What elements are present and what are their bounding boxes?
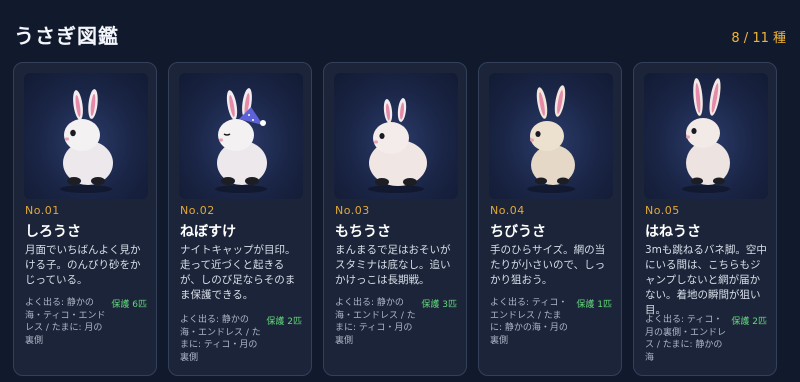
rabbit-name: はねうさ — [645, 224, 701, 240]
rabbit-name: ちびうさ — [490, 224, 546, 240]
rabbit-habitat: よく出る: 静かの海・エンドレス / たまに: ティコ・月の裏側 — [335, 298, 416, 346]
rabbit-portrait — [334, 73, 458, 199]
protect-count: 保護 6匹 — [111, 300, 147, 310]
white-rabbit-icon — [60, 89, 113, 193]
rabbit-portrait — [179, 73, 303, 199]
rabbit-description: ナイトキャップが目印。走って近づくと起きるが、しのび足ならそのまま保護できる。 — [180, 244, 296, 301]
small-rabbit-icon — [527, 85, 575, 193]
rabbit-name: もちうさ — [335, 224, 391, 240]
rabbit-habitat: よく出る: 静かの海・エンドレス / たまに: ティコ・月の裏側 — [180, 315, 261, 363]
rabbit-card[interactable]: No.03 もちうさ まんまるで足はおそいがスタミナは底なし。追いかけっこは長期… — [323, 62, 467, 376]
rabbit-number: No.02 — [180, 204, 215, 217]
rabbit-habitat: よく出る: 静かの海・ティコ・エンドレス / たまに: 月の裏側 — [25, 298, 106, 346]
rabbit-name: ねぼすけ — [180, 224, 236, 240]
protect-count: 保護 2匹 — [731, 317, 767, 327]
collection-count: 8 / 11 種 — [731, 31, 786, 46]
rabbit-card[interactable]: No.01 しろうさ 月面でいちばんよく見かける子。のんびり砂をかじっている。 … — [13, 62, 157, 376]
rabbit-habitat: よく出る: ティコ・月の裏側・エンドレス / たまに: 静かの海 — [645, 315, 727, 363]
rabbit-description: まんまるで足はおそいがスタミナは底なし。追いかけっこは長期戦。 — [335, 244, 451, 286]
protect-count: 保護 3匹 — [421, 300, 457, 310]
rabbit-card[interactable]: No.04 ちびうさ 手のひらサイズ。網の当たりが小さいので、しっかり狙おう。 … — [478, 62, 622, 376]
round-rabbit-icon — [368, 98, 427, 193]
rabbit-name: しろうさ — [25, 224, 81, 240]
rabbit-card[interactable]: No.05 はねうさ 3mも跳ねるバネ脚。空中にいる間は、こちらもジャンプしない… — [633, 62, 777, 376]
rabbit-number: No.03 — [335, 204, 370, 217]
rabbit-description: 手のひらサイズ。網の当たりが小さいので、しっかり狙おう。 — [490, 244, 606, 286]
rabbit-habitat: よく出る: ティコ・エンドレス / たまに: 静かの海・月の裏側 — [490, 298, 568, 346]
rabbit-card[interactable]: No.02 ねぼすけ ナイトキャップが目印。走って近づくと起きるが、しのび足なら… — [168, 62, 312, 376]
rabbit-portrait — [644, 73, 768, 199]
rabbit-number: No.01 — [25, 204, 60, 217]
page-title: うさぎ図鑑 — [14, 24, 119, 48]
rabbit-portrait — [24, 73, 148, 199]
rabbit-number: No.04 — [490, 204, 525, 217]
jumping-rabbit-icon — [682, 78, 730, 193]
header: うさぎ図鑑 8 / 11 種 — [0, 0, 800, 60]
protect-count: 保護 1匹 — [576, 300, 612, 310]
protect-count: 保護 2匹 — [266, 317, 302, 327]
rabbit-number: No.05 — [645, 204, 680, 217]
rabbit-description: 月面でいちばんよく見かける子。のんびり砂をかじっている。 — [25, 244, 141, 286]
sleepy-rabbit-icon — [215, 88, 267, 193]
card-list: No.01 しろうさ 月面でいちばんよく見かける子。のんびり砂をかじっている。 … — [13, 62, 777, 376]
rabbit-description: 3mも跳ねるバネ脚。空中にいる間は、こちらもジャンプしないと網が届かない。着地の… — [645, 244, 767, 316]
rabbit-portrait — [489, 73, 613, 199]
